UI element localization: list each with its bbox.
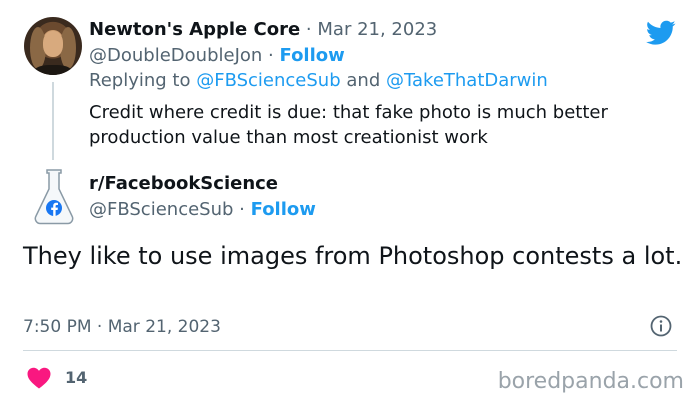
main-separator: · [239,199,245,220]
reply-follow-separator: · [268,45,274,66]
reply-tweet-text: Credit where credit is due: that fake ph… [89,102,608,148]
main-author-name[interactable]: r/FacebookScience [89,172,278,196]
twitter-bird-icon[interactable] [646,20,676,46]
main-follow-button[interactable]: Follow [251,199,316,220]
reply-author-name[interactable]: Newton's Apple Core [89,19,300,40]
divider [23,350,677,351]
timestamp-separator: · [96,317,103,337]
main-handle-row: @FBScienceSub · Follow [89,198,316,222]
replying-to-handle-2[interactable]: @TakeThatDarwin [386,70,548,91]
reply-handle[interactable]: @DoubleDoubleJon [89,45,262,66]
reply-author-row: Newton's Apple Core · Mar 21, 2023 [89,18,437,42]
like-count[interactable]: 14 [65,367,87,389]
info-icon[interactable] [650,315,672,337]
replying-to-line: Replying to @FBScienceSub and @TakeThatD… [89,69,548,93]
reply-handle-row: @DoubleDoubleJon · Follow [89,44,345,68]
replying-to-prefix: Replying to [89,70,191,91]
main-tweet-timestamp[interactable]: 7:50 PM · Mar 21, 2023 [23,316,221,338]
heart-icon[interactable] [27,367,51,389]
facebook-science-avatar[interactable] [32,168,76,228]
thread-connector-line [52,82,54,160]
reply-date[interactable]: Mar 21, 2023 [317,19,437,40]
replying-to-handle-1[interactable]: @FBScienceSub [196,70,340,91]
main-handle[interactable]: @FBScienceSub [89,199,233,220]
reply-author-avatar[interactable] [24,17,82,75]
replying-and: and [346,70,381,91]
reply-separator: · [305,19,312,40]
main-tweet-date: Mar 21, 2023 [107,317,221,337]
main-tweet-time: 7:50 PM [23,317,92,337]
main-tweet-text: They like to use images from Photoshop c… [23,242,683,270]
watermark: boredpanda.com [497,369,684,394]
reply-follow-button[interactable]: Follow [280,45,345,66]
